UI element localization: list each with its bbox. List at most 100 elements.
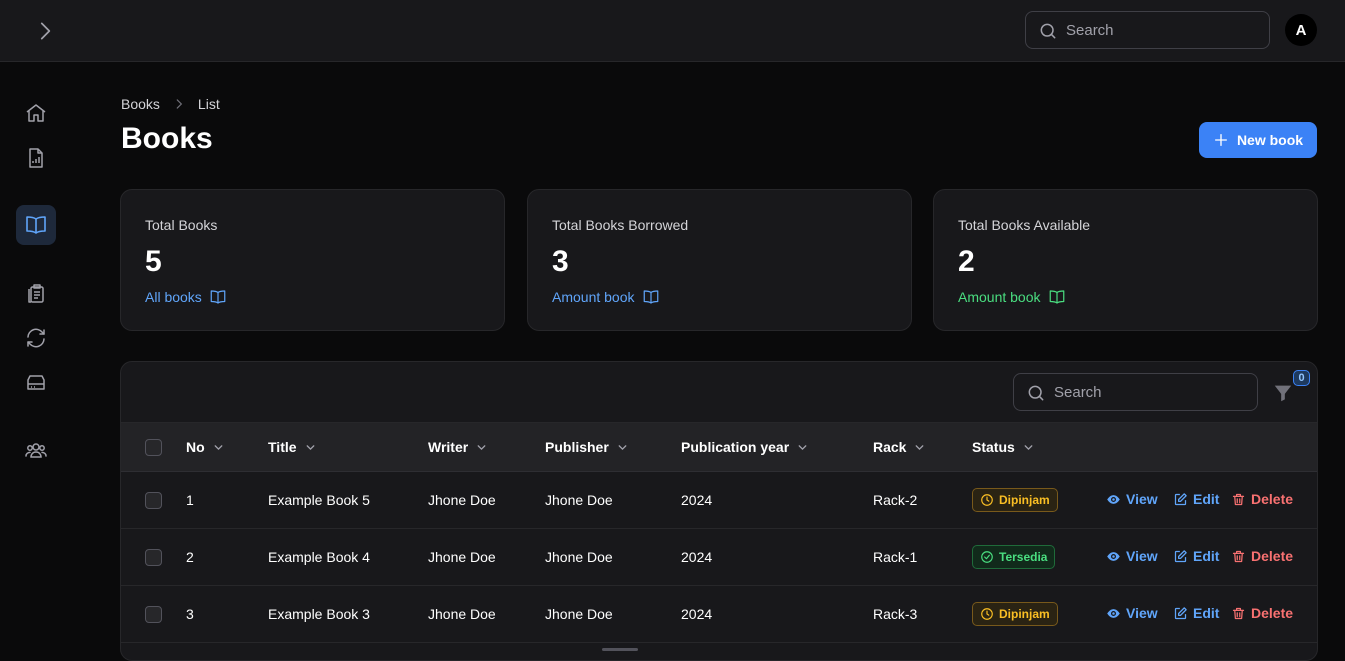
- edit-icon: [1174, 606, 1187, 619]
- chevron-down-icon: [916, 444, 924, 450]
- status-text: Dipinjam: [999, 607, 1050, 621]
- table-toolbar: 0: [121, 362, 1317, 423]
- new-book-label: New book: [1236, 132, 1304, 148]
- cell-writer: Jhone Doe: [428, 549, 496, 565]
- filter-icon[interactable]: [1272, 382, 1294, 404]
- view-button[interactable]: View: [1106, 548, 1158, 564]
- clock-icon: [981, 608, 993, 620]
- chevron-down-icon: [618, 444, 627, 450]
- chevron-down-icon: [477, 444, 486, 450]
- avatar[interactable]: A: [1285, 14, 1317, 46]
- column-header-publication-year[interactable]: Publication year: [681, 439, 809, 455]
- sidebar-item-reports[interactable]: [16, 138, 56, 178]
- delete-label: Delete: [1251, 548, 1294, 564]
- stat-desc-text: Amount book: [552, 289, 635, 305]
- select-all-checkbox[interactable]: [145, 439, 162, 456]
- column-header-status[interactable]: Status: [972, 439, 1035, 455]
- breadcrumb-books[interactable]: Books: [121, 96, 160, 112]
- chevron-down-icon: [798, 444, 807, 450]
- stat-value: 3: [552, 245, 569, 278]
- row-checkbox[interactable]: [145, 492, 162, 509]
- home-icon: [26, 104, 46, 122]
- cell-rack: Rack-1: [873, 549, 918, 565]
- cell-publisher: Jhone Doe: [545, 549, 613, 565]
- edit-button[interactable]: Edit: [1173, 548, 1219, 564]
- filter-count-badge: 0: [1293, 370, 1310, 386]
- stat-desc-text: All books: [145, 289, 202, 305]
- sidebar-item-racks[interactable]: [16, 363, 56, 403]
- eye-icon: [1107, 494, 1120, 504]
- cell-year: 2024: [681, 606, 713, 622]
- table-row[interactable]: 3 Example Book 3 Jhone Doe Jhone Doe 202…: [121, 586, 1317, 643]
- refresh-icon: [27, 328, 45, 348]
- column-header-title[interactable]: Title: [268, 439, 317, 455]
- global-search[interactable]: [1025, 11, 1270, 49]
- status-text: Tersedia: [999, 550, 1048, 564]
- check-circle-icon: [981, 551, 993, 563]
- view-label: View: [1126, 605, 1158, 621]
- table-search-input[interactable]: [1054, 374, 1249, 410]
- table-search[interactable]: [1013, 373, 1258, 411]
- sidebar-item-books[interactable]: [16, 205, 56, 245]
- view-button[interactable]: View: [1106, 491, 1158, 507]
- table-row[interactable]: 2 Example Book 4 Jhone Doe Jhone Doe 202…: [121, 529, 1317, 586]
- chevron-right-icon[interactable]: [32, 18, 58, 44]
- stat-label: Total Books Borrowed: [552, 217, 689, 233]
- delete-button[interactable]: Delete: [1231, 548, 1293, 564]
- delete-label: Delete: [1251, 491, 1294, 507]
- edit-icon: [1174, 549, 1187, 562]
- sidebar-item-home[interactable]: [16, 93, 56, 133]
- page-title: Books: [121, 122, 213, 155]
- global-search-input[interactable]: [1066, 12, 1261, 48]
- cell-rack: Rack-2: [873, 492, 918, 508]
- sidebar-item-members[interactable]: [16, 430, 56, 470]
- sidebar-item-returns[interactable]: [16, 318, 56, 358]
- stat-total-borrowed: Total Books Borrowed 3 Amount book: [527, 189, 912, 331]
- clipboard-icon: [28, 284, 44, 303]
- books-table: 0 No Title Writer Publisher Publication …: [120, 361, 1318, 661]
- chevron-down-icon: [306, 444, 314, 450]
- report-icon: [29, 148, 43, 168]
- book-icon: [26, 216, 46, 234]
- row-checkbox[interactable]: [145, 549, 162, 566]
- cell-publisher: Jhone Doe: [545, 492, 613, 508]
- edit-label: Edit: [1193, 605, 1220, 621]
- row-checkbox[interactable]: [145, 606, 162, 623]
- new-book-button[interactable]: New book: [1199, 122, 1317, 158]
- cell-title: Example Book 4: [268, 549, 370, 565]
- cell-rack: Rack-3: [873, 606, 918, 622]
- view-label: View: [1126, 548, 1158, 564]
- drive-icon: [27, 375, 45, 390]
- delete-label: Delete: [1251, 605, 1294, 621]
- book-icon: [643, 290, 658, 304]
- column-header-writer[interactable]: Writer: [428, 439, 488, 455]
- column-header-no[interactable]: No: [186, 439, 225, 455]
- status-text: Dipinjam: [999, 493, 1050, 507]
- search-icon: [1038, 21, 1058, 41]
- cell-year: 2024: [681, 492, 713, 508]
- edit-button[interactable]: Edit: [1173, 605, 1219, 621]
- sidebar-item-loans[interactable]: [16, 273, 56, 313]
- table-header: No Title Writer Publisher Publication ye…: [121, 423, 1317, 472]
- column-label: Status: [972, 439, 1015, 455]
- column-header-publisher[interactable]: Publisher: [545, 439, 629, 455]
- search-icon: [1026, 383, 1046, 403]
- cell-title: Example Book 3: [268, 606, 370, 622]
- chevron-down-icon: [1024, 444, 1033, 450]
- column-header-rack[interactable]: Rack: [873, 439, 926, 455]
- breadcrumb-list: List: [197, 96, 220, 112]
- cell-publisher: Jhone Doe: [545, 606, 613, 622]
- plus-icon: [1214, 134, 1227, 146]
- delete-button[interactable]: Delete: [1231, 491, 1293, 507]
- status-badge: Dipinjam: [972, 488, 1058, 512]
- stat-value: 5: [145, 245, 162, 278]
- book-icon: [210, 290, 226, 304]
- table-row[interactable]: 1 Example Book 5 Jhone Doe Jhone Doe 202…: [121, 472, 1317, 529]
- view-button[interactable]: View: [1106, 605, 1158, 621]
- stat-label: Total Books: [145, 217, 218, 233]
- edit-button[interactable]: Edit: [1173, 491, 1219, 507]
- column-label: Publication year: [681, 439, 790, 455]
- cell-no: 1: [186, 492, 194, 508]
- trash-icon: [1232, 493, 1245, 505]
- delete-button[interactable]: Delete: [1231, 605, 1293, 621]
